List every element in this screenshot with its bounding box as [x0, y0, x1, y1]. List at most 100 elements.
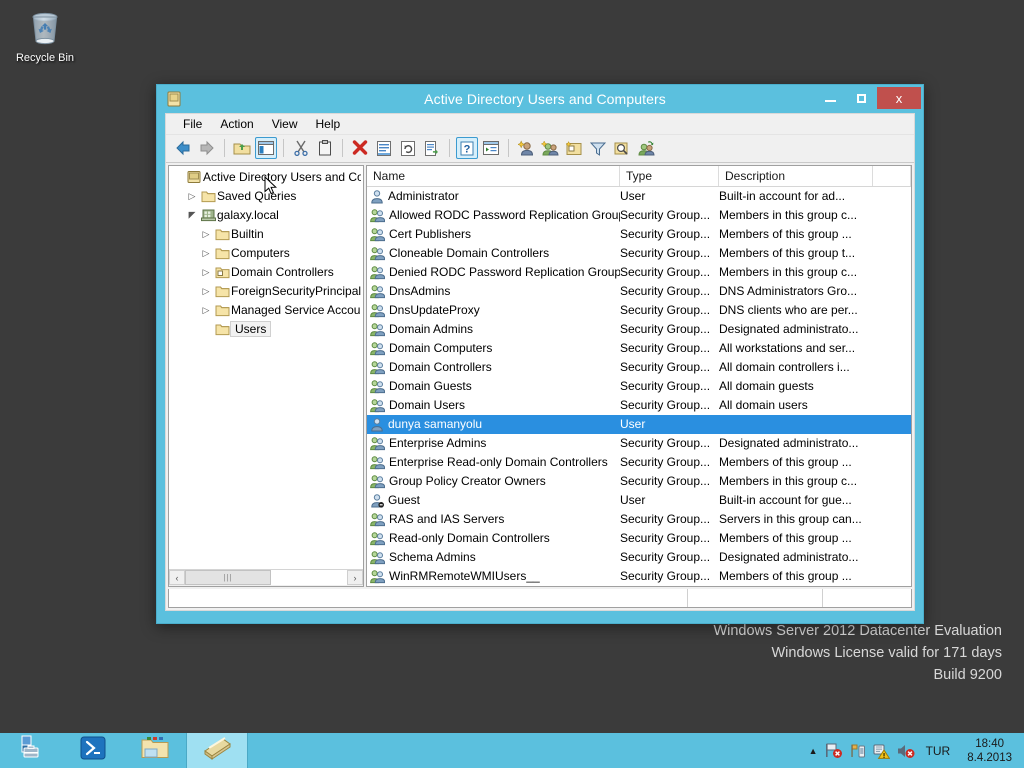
delete-icon[interactable]	[349, 137, 371, 159]
table-row[interactable]: Enterprise Read-only Domain Controllers S…	[367, 453, 911, 472]
expand-triangle-icon[interactable]: ▷	[199, 229, 213, 240]
tree-node[interactable]: ▷ ForeignSecurityPrincipals	[169, 282, 363, 301]
table-row[interactable]: Allowed RODC Password Replication Group S…	[367, 206, 911, 225]
results-pane[interactable]: Name Type Description Administrator User B…	[366, 164, 912, 587]
list-rows[interactable]: Administrator User Built-in account for ad…	[367, 187, 911, 586]
cell-description: Designated administrato...	[719, 322, 859, 337]
table-row[interactable]: Guest User Built-in account for gue...	[367, 491, 911, 510]
menu-bar[interactable]: File Action View Help	[166, 114, 914, 136]
tree-node[interactable]: ◢ galaxy.local	[169, 206, 363, 225]
tree-horizontal-scrollbar[interactable]: ‹ ||| ›	[169, 568, 363, 586]
tree-node[interactable]: ▷ Managed Service Accoun	[169, 301, 363, 320]
menu-item-file[interactable]: File	[174, 115, 211, 133]
expand-triangle-icon[interactable]: ▷	[199, 267, 213, 278]
tree-node[interactable]: Active Directory Users and Com	[169, 168, 363, 187]
collapse-triangle-icon[interactable]: ◢	[185, 210, 199, 221]
taskbar[interactable]: ▲ TUR 18:40 8.4.2013	[0, 732, 1024, 768]
properties-icon[interactable]	[373, 137, 395, 159]
table-row[interactable]: Read-only Domain Controllers Security Gro…	[367, 529, 911, 548]
column-header-type[interactable]: Type	[620, 165, 719, 186]
menu-item-view[interactable]: View	[263, 115, 307, 133]
active-directory-window-button[interactable]	[186, 732, 248, 768]
tree-node[interactable]: ▷ Builtin	[169, 225, 363, 244]
scroll-left-button[interactable]: ‹	[169, 570, 185, 586]
table-row[interactable]: Denied RODC Password Replication Group Se…	[367, 263, 911, 282]
console-tree[interactable]: Active Directory Users and Com ▷ Saved Que…	[169, 166, 363, 569]
scroll-track[interactable]: |||	[185, 570, 347, 586]
table-row[interactable]: Schema Admins Security Group... Designated…	[367, 548, 911, 567]
help-icon[interactable]: ?	[456, 137, 478, 160]
system-tray[interactable]: ▲ TUR 18:40 8.4.2013	[809, 733, 1024, 768]
forward-icon[interactable]	[196, 137, 218, 159]
table-row[interactable]: Administrator User Built-in account for ad…	[367, 187, 911, 206]
file-explorer-button[interactable]	[124, 733, 186, 768]
window-titlebar[interactable]: Active Directory Users and Computers x	[157, 85, 923, 113]
expand-triangle-icon[interactable]: ▷	[199, 248, 213, 259]
user-action-icon[interactable]	[635, 137, 657, 159]
maximize-button[interactable]	[846, 87, 876, 109]
language-indicator[interactable]: TUR	[922, 744, 955, 758]
export-list-icon[interactable]	[421, 137, 443, 159]
close-button[interactable]: x	[877, 87, 921, 109]
menu-item-help[interactable]: Help	[307, 115, 350, 133]
table-row[interactable]: Cloneable Domain Controllers Security Gro…	[367, 244, 911, 263]
table-row[interactable]: RAS and IAS Servers Security Group... Serv…	[367, 510, 911, 529]
table-row[interactable]: Group Policy Creator Owners Security Grou…	[367, 472, 911, 491]
column-header-extra[interactable]	[873, 165, 911, 186]
expand-triangle-icon[interactable]: ▷	[199, 286, 213, 297]
minimize-button[interactable]	[815, 87, 845, 109]
cell-type: Security Group...	[620, 227, 711, 242]
copy-icon[interactable]	[314, 137, 336, 159]
tree-node[interactable]: ▷ Saved Queries	[169, 187, 363, 206]
tree-node[interactable]: ▷ Computers	[169, 244, 363, 263]
refresh-icon[interactable]	[397, 137, 419, 159]
server-manager-button[interactable]	[0, 733, 62, 768]
table-row[interactable]: Domain Admins Security Group... Designated…	[367, 320, 911, 339]
column-header-name[interactable]: Name	[367, 165, 620, 186]
table-row[interactable]: Enterprise Admins Security Group... Design…	[367, 434, 911, 453]
filter-icon[interactable]	[587, 137, 609, 159]
cut-icon[interactable]	[290, 137, 312, 159]
active-directory-window[interactable]: Active Directory Users and Computers x F…	[156, 84, 924, 624]
new-group-icon[interactable]	[539, 137, 561, 159]
scroll-thumb[interactable]: |||	[185, 570, 271, 586]
new-user-icon[interactable]	[515, 137, 537, 159]
table-row[interactable]: Cert Publishers Security Group... Members …	[367, 225, 911, 244]
new-organizational-unit-icon[interactable]	[563, 137, 585, 159]
table-row[interactable]: Domain Guests Security Group... All domain…	[367, 377, 911, 396]
desktop-icon-recycle-bin[interactable]: Recycle Bin	[8, 6, 82, 64]
toolbar[interactable]: ?	[166, 135, 914, 163]
table-row[interactable]: WinRMRemoteWMIUsers__ Security Group... Me…	[367, 567, 911, 586]
network-error-icon[interactable]	[825, 743, 843, 759]
ad-users-computers-icon	[201, 735, 233, 766]
show-hidden-icons-button[interactable]: ▲	[809, 746, 818, 756]
table-row[interactable]: dunya samanyolu User	[367, 414, 911, 434]
table-row[interactable]: DnsAdmins Security Group... DNS Administra…	[367, 282, 911, 301]
expand-triangle-icon[interactable]: ▷	[185, 191, 199, 202]
powershell-button[interactable]	[62, 733, 124, 768]
cell-type: Security Group...	[620, 512, 711, 527]
table-row[interactable]: DnsUpdateProxy Security Group... DNS clien…	[367, 301, 911, 320]
table-row[interactable]: Domain Users Security Group... All domain …	[367, 396, 911, 415]
show-hide-tree-icon[interactable]	[255, 137, 277, 160]
flag-action-center-icon[interactable]	[850, 743, 866, 759]
expand-triangle-icon[interactable]: ▷	[199, 305, 213, 316]
tree-node[interactable]: Users	[169, 320, 363, 339]
find-icon[interactable]	[611, 137, 633, 159]
scroll-right-button[interactable]: ›	[347, 570, 363, 586]
action-center-warning-icon[interactable]	[873, 743, 890, 759]
console-tree-pane[interactable]: Active Directory Users and Com ▷ Saved Que…	[168, 164, 364, 587]
menu-item-action[interactable]: Action	[211, 115, 262, 133]
up-one-level-icon[interactable]	[231, 137, 253, 159]
group-icon	[370, 531, 385, 546]
tree-node[interactable]: ▷ Domain Controllers	[169, 263, 363, 282]
column-header-description[interactable]: Description	[719, 165, 873, 186]
show-console-tree-icon[interactable]	[480, 137, 502, 159]
back-icon[interactable]	[172, 137, 194, 159]
clock[interactable]: 18:40 8.4.2013	[961, 737, 1018, 765]
list-header[interactable]: Name Type Description	[367, 165, 911, 187]
table-row[interactable]: Domain Controllers Security Group... All d…	[367, 358, 911, 377]
table-row[interactable]: Domain Computers Security Group... All wor…	[367, 339, 911, 358]
volume-muted-icon[interactable]	[897, 743, 915, 759]
window-controls[interactable]: x	[814, 87, 921, 109]
